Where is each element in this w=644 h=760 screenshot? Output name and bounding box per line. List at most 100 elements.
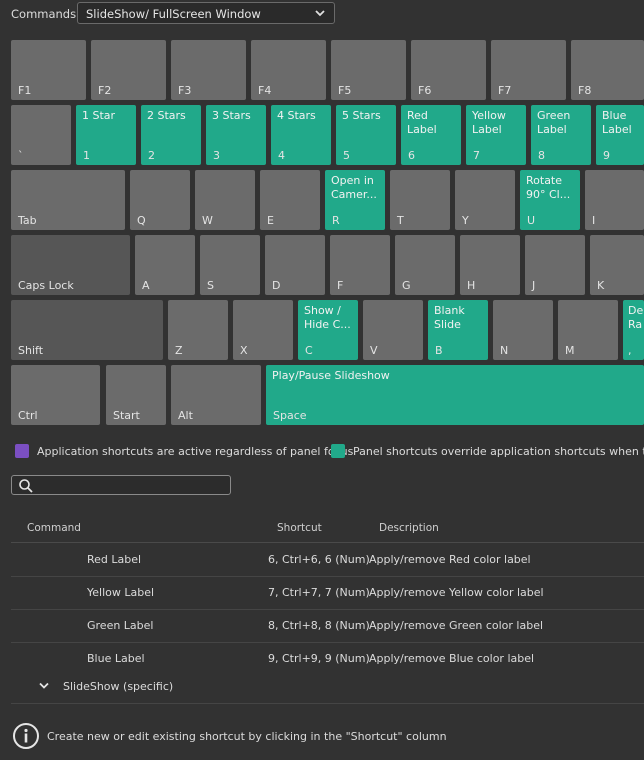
key-i[interactable]: I <box>585 170 644 230</box>
row-description: Apply/remove Blue color label <box>369 652 535 665</box>
key-f[interactable]: F <box>330 235 390 295</box>
key-label: F1 <box>18 84 32 97</box>
column-header-shortcut[interactable]: Shortcut <box>277 522 322 534</box>
key-a[interactable]: A <box>135 235 195 295</box>
key-command: Green Label <box>537 109 571 136</box>
key-label: F8 <box>578 84 592 97</box>
search-input[interactable] <box>38 477 228 495</box>
key-u[interactable]: Rotate 90° Cl... U <box>520 170 580 230</box>
key-label: S <box>207 279 214 292</box>
key-space[interactable]: Play/Pause Slideshow Space <box>266 365 644 425</box>
key-f1[interactable]: F1 <box>11 40 86 100</box>
key-c[interactable]: Show / Hide C... C <box>298 300 358 360</box>
key-comma[interactable]: De Ra, <box>623 300 644 360</box>
row-shortcut[interactable]: 9, Ctrl+9, 9 (Num) <box>268 652 370 665</box>
key-capslock[interactable]: Caps Lock <box>11 235 130 295</box>
chevron-down-icon[interactable] <box>38 681 50 691</box>
key-f3[interactable]: F3 <box>171 40 246 100</box>
key-label: 7 <box>473 149 480 162</box>
key-h[interactable]: H <box>460 235 520 295</box>
key-n[interactable]: N <box>493 300 553 360</box>
key-f5[interactable]: F5 <box>331 40 406 100</box>
key-label: 9 <box>603 149 610 162</box>
key-label: X <box>240 344 248 357</box>
key-5[interactable]: 5 Stars 5 <box>336 105 396 165</box>
key-2[interactable]: 2 Stars 2 <box>141 105 201 165</box>
key-command: Blank Slide <box>434 304 465 331</box>
row-command: Yellow Label <box>87 586 155 599</box>
key-label: G <box>402 279 411 292</box>
key-m[interactable]: M <box>558 300 618 360</box>
key-tab[interactable]: Tab <box>11 170 125 230</box>
key-command: Play/Pause Slideshow <box>272 369 390 382</box>
key-ctrl[interactable]: Ctrl <box>11 365 100 425</box>
key-label: 1 <box>83 149 90 162</box>
key-start[interactable]: Start <box>106 365 166 425</box>
key-label: V <box>370 344 378 357</box>
key-command: Blue Label <box>602 109 632 136</box>
app-shortcut-legend-text: Application shortcuts are active regardl… <box>37 445 354 458</box>
key-label: Y <box>462 214 469 227</box>
key-label: 8 <box>538 149 545 162</box>
key-6[interactable]: Red Label 6 <box>401 105 461 165</box>
table-row[interactable]: Yellow Label 7, Ctrl+7, 7 (Num) Apply/re… <box>11 576 644 610</box>
search-box[interactable] <box>11 475 231 495</box>
row-shortcut[interactable]: 7, Ctrl+7, 7 (Num) <box>268 586 370 599</box>
column-header-command[interactable]: Command <box>27 522 81 534</box>
footer-hint-text: Create new or edit existing shortcut by … <box>47 730 447 743</box>
key-f4[interactable]: F4 <box>251 40 326 100</box>
group-row-slideshow[interactable]: SlideShow (specific) <box>11 670 644 704</box>
key-9[interactable]: Blue Label 9 <box>596 105 644 165</box>
key-w[interactable]: W <box>195 170 255 230</box>
key-d[interactable]: D <box>265 235 325 295</box>
key-z[interactable]: Z <box>168 300 228 360</box>
key-7[interactable]: Yellow Label 7 <box>466 105 526 165</box>
key-f8[interactable]: F8 <box>571 40 644 100</box>
keyboard: F1 F2 F3 F4 F5 F6 F7 F8 ` 1 Star 1 2 Star… <box>0 0 644 430</box>
key-command: 4 Stars <box>277 109 316 122</box>
group-label: SlideShow (specific) <box>63 680 174 693</box>
key-command: 5 Stars <box>342 109 381 122</box>
key-label: M <box>565 344 575 357</box>
key-g[interactable]: G <box>395 235 455 295</box>
key-t[interactable]: T <box>390 170 450 230</box>
key-4[interactable]: 4 Stars 4 <box>271 105 331 165</box>
key-command: 3 Stars <box>212 109 251 122</box>
row-description: Apply/remove Green color label <box>369 619 544 632</box>
key-command: Rotate 90° Cl... <box>526 174 571 201</box>
key-alt[interactable]: Alt <box>171 365 261 425</box>
key-x[interactable]: X <box>233 300 293 360</box>
info-icon <box>13 723 39 749</box>
key-f7[interactable]: F7 <box>491 40 566 100</box>
key-backtick[interactable]: ` <box>11 105 71 165</box>
key-shift[interactable]: Shift <box>11 300 163 360</box>
key-y[interactable]: Y <box>455 170 515 230</box>
key-1[interactable]: 1 Star 1 <box>76 105 136 165</box>
table-row[interactable]: Green Label 8, Ctrl+8, 8 (Num) Apply/rem… <box>11 609 644 643</box>
key-q[interactable]: Q <box>130 170 190 230</box>
column-header-description[interactable]: Description <box>379 522 439 534</box>
shortcuts-table: Command Shortcut Description Red Label 6… <box>11 515 644 704</box>
row-shortcut[interactable]: 6, Ctrl+6, 6 (Num) <box>268 553 370 566</box>
key-3[interactable]: 3 Stars 3 <box>206 105 266 165</box>
row-command: Blue Label <box>87 652 145 665</box>
key-k[interactable]: K <box>590 235 644 295</box>
key-label: F <box>337 279 344 292</box>
key-label: 6 <box>408 149 415 162</box>
key-label: D <box>272 279 281 292</box>
row-shortcut[interactable]: 8, Ctrl+8, 8 (Num) <box>268 619 370 632</box>
table-row[interactable]: Red Label 6, Ctrl+6, 6 (Num) Apply/remov… <box>11 543 644 577</box>
key-b[interactable]: Blank Slide B <box>428 300 488 360</box>
key-s[interactable]: S <box>200 235 260 295</box>
key-f2[interactable]: F2 <box>91 40 166 100</box>
key-v[interactable]: V <box>363 300 423 360</box>
key-label: 5 <box>343 149 350 162</box>
key-8[interactable]: Green Label 8 <box>531 105 591 165</box>
key-command: Show / Hide C... <box>304 304 351 331</box>
key-label: F2 <box>98 84 112 97</box>
key-j[interactable]: J <box>525 235 585 295</box>
key-e[interactable]: E <box>260 170 320 230</box>
key-r[interactable]: Open in Camer... R <box>325 170 385 230</box>
key-label: U <box>527 214 536 227</box>
key-f6[interactable]: F6 <box>411 40 486 100</box>
